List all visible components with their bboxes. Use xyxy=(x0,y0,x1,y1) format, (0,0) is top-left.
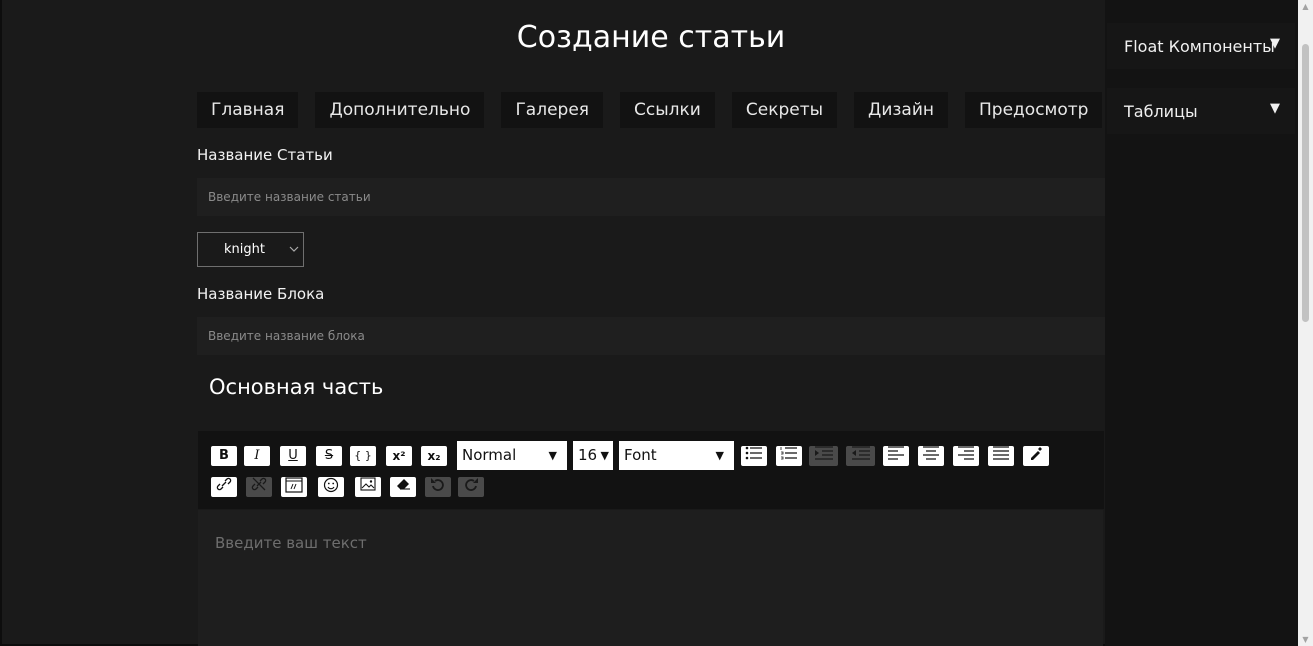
editor-placeholder: Введите ваш текст xyxy=(215,534,367,552)
tab-additional[interactable]: Дополнительно xyxy=(315,92,485,128)
caret-down-icon: ▼ xyxy=(548,449,557,462)
redo-icon[interactable] xyxy=(458,477,484,497)
tab-preview[interactable]: Предосмотр xyxy=(965,92,1103,128)
color-picker-icon[interactable] xyxy=(1023,446,1049,466)
caret-down-icon: ▼ xyxy=(1270,36,1280,51)
superscript-icon[interactable]: x² xyxy=(386,446,412,466)
tab-bar: Главная Дополнительно Галерея Ссылки Сек… xyxy=(197,92,1119,128)
code-icon[interactable]: { } xyxy=(350,446,376,466)
underline-icon[interactable]: U xyxy=(280,446,306,466)
font-select[interactable]: Font ▼ xyxy=(619,441,734,470)
block-name-label: Название Блока xyxy=(197,285,325,303)
align-justify-icon[interactable] xyxy=(988,446,1014,466)
caret-down-icon: ▼ xyxy=(1270,101,1280,116)
sidebar-item-label: Float Компоненты xyxy=(1124,37,1275,56)
ordered-list-icon[interactable] xyxy=(776,446,802,466)
align-right-icon[interactable] xyxy=(953,446,979,466)
align-center-icon[interactable] xyxy=(918,446,944,466)
format-select[interactable]: Normal ▼ xyxy=(457,441,567,470)
tab-design[interactable]: Дизайн xyxy=(854,92,948,128)
chevron-down-icon xyxy=(285,244,303,255)
sidebar-item-float-components[interactable]: Float Компоненты ▼ xyxy=(1107,23,1295,69)
article-name-input[interactable] xyxy=(197,178,1105,216)
align-left-icon[interactable] xyxy=(883,446,909,466)
caret-down-icon: ▼ xyxy=(715,449,724,462)
size-select[interactable]: 16 ▼ xyxy=(573,441,613,470)
outdent-icon[interactable] xyxy=(846,446,875,466)
image-icon[interactable] xyxy=(355,477,381,497)
right-sidebar: Float Компоненты ▼ Таблицы ▼ xyxy=(1105,0,1298,646)
size-select-value: 16 xyxy=(578,446,598,464)
tab-main[interactable]: Главная xyxy=(197,92,299,128)
vertical-scrollbar[interactable]: ▲ ▼ xyxy=(1298,0,1313,646)
unordered-list-icon[interactable] xyxy=(741,446,767,466)
article-name-label: Название Статьи xyxy=(197,146,333,164)
strikethrough-icon[interactable]: S xyxy=(316,446,342,466)
rich-text-editor[interactable]: Введите ваш текст xyxy=(198,510,1103,646)
tab-secrets[interactable]: Секреты xyxy=(731,92,838,128)
scroll-down-icon[interactable]: ▼ xyxy=(1301,635,1310,644)
scrollbar-thumb[interactable] xyxy=(1302,44,1309,322)
unlink-icon[interactable] xyxy=(246,477,272,497)
eraser-icon[interactable] xyxy=(390,477,416,497)
tab-links[interactable]: Ссылки xyxy=(620,92,715,128)
subscript-icon[interactable]: x₂ xyxy=(421,446,447,466)
caret-down-icon: ▼ xyxy=(600,449,609,462)
main-content: Создание статьи Главная Дополнительно Га… xyxy=(197,0,1105,646)
embed-icon[interactable] xyxy=(281,477,307,497)
font-select-value: Font xyxy=(624,446,657,464)
template-select-value: knight xyxy=(224,242,265,257)
main-section-heading: Основная часть xyxy=(209,375,384,399)
scroll-up-icon[interactable]: ▲ xyxy=(1301,2,1310,11)
indent-icon[interactable] xyxy=(809,446,838,466)
tab-gallery[interactable]: Галерея xyxy=(501,92,604,128)
sidebar-item-tables[interactable]: Таблицы ▼ xyxy=(1107,88,1295,134)
italic-icon[interactable]: I xyxy=(244,446,270,466)
emoji-icon[interactable] xyxy=(318,477,344,497)
bold-icon[interactable]: B xyxy=(211,446,237,466)
sidebar-item-label: Таблицы xyxy=(1124,102,1198,121)
page-title: Создание статьи xyxy=(516,20,786,55)
format-select-value: Normal xyxy=(462,446,517,464)
undo-icon[interactable] xyxy=(425,477,451,497)
link-icon[interactable] xyxy=(211,477,237,497)
template-select[interactable]: knight xyxy=(197,232,304,267)
block-name-input[interactable] xyxy=(197,317,1105,355)
